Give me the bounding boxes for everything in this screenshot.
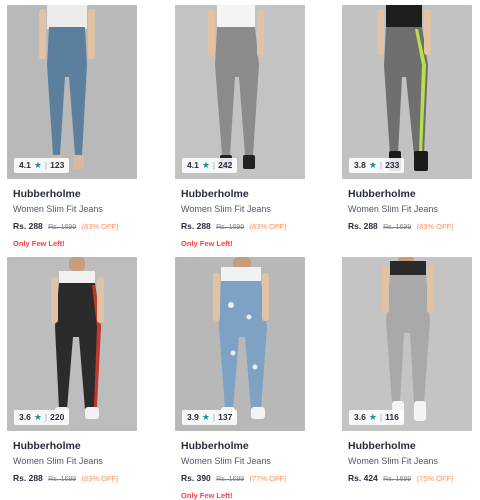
rating-value: 4.1 [187,160,199,170]
rating-separator: | [212,412,216,422]
price-row: Rs. 288 Rs. 1699 (83% OFF) [181,221,305,231]
product-brand[interactable]: Hubberholme [181,440,305,452]
price-row: Rs. 288 Rs. 1699 (83% OFF) [348,221,472,231]
product-image[interactable]: 3.8 ★ | 233 [342,5,472,179]
rating-count: 220 [50,412,65,422]
product-mrp: Rs. 1699 [216,224,245,231]
product-image[interactable]: 3.6 ★ | 116 [342,257,472,431]
product-discount: (83% OFF) [416,222,454,231]
product-mrp: Rs. 1699 [383,224,412,231]
product-discount: (83% OFF) [81,222,119,231]
rating-badge: 3.6 ★ | 116 [349,410,404,425]
product-discount: (75% OFF) [416,474,454,483]
product-brand[interactable]: Hubberholme [348,440,472,452]
rating-badge: 4.1 ★ | 123 [14,158,70,173]
product-mrp: Rs. 1699 [48,224,77,231]
model-photo [175,5,305,179]
rating-value: 3.8 [354,160,366,170]
price-row: Rs. 424 Rs. 1699 (75% OFF) [348,473,472,483]
stock-alert: Only Few Left! [13,239,65,248]
product-mrp: Rs. 1699 [216,476,245,483]
stock-alert: Only Few Left! [181,491,233,500]
rating-separator: | [44,160,48,170]
product-discount: (77% OFF) [249,474,287,483]
product-price: Rs. 424 [348,473,378,483]
product-brand[interactable]: Hubberholme [13,188,137,200]
rating-count: 242 [218,160,233,170]
product-title[interactable]: Women Slim Fit Jeans [348,204,472,214]
rating-badge: 4.1 ★ | 242 [182,158,238,173]
rating-separator: | [212,160,216,170]
product-card[interactable]: 3.6 ★ | 116 Hubberholme Women Slim Fit J… [342,257,472,491]
rating-count: 233 [385,160,400,170]
rating-value: 3.9 [187,412,199,422]
model-photo [342,5,472,179]
product-card[interactable]: 3.8 ★ | 233 Hubberholme Women Slim Fit J… [342,5,472,239]
rating-separator: | [379,412,383,422]
price-row: Rs. 390 Rs. 1699 (77% OFF) [181,473,305,483]
rating-badge: 3.6 ★ | 220 [14,410,70,425]
rating-value: 3.6 [19,412,31,422]
product-title[interactable]: Women Slim Fit Jeans [13,456,137,466]
star-icon: ★ [201,412,210,422]
product-card[interactable]: 3.6 ★ | 220 Hubberholme Women Slim Fit J… [7,257,137,491]
model-photo [7,5,137,179]
product-title[interactable]: Women Slim Fit Jeans [181,456,305,466]
product-title[interactable]: Women Slim Fit Jeans [348,456,472,466]
product-price: Rs. 288 [181,221,211,231]
model-photo [342,257,472,431]
product-image[interactable]: 4.1 ★ | 242 [175,5,305,179]
model-photo [7,257,137,431]
rating-count: 137 [218,412,233,422]
product-image[interactable]: 4.1 ★ | 123 [7,5,137,179]
star-icon: ★ [368,412,377,422]
product-brand[interactable]: Hubberholme [13,440,137,452]
star-icon: ★ [368,160,377,170]
star-icon: ★ [201,160,210,170]
product-grid: 4.1 ★ | 123 Hubberholme Women Slim Fit J… [0,0,480,500]
product-title[interactable]: Women Slim Fit Jeans [181,204,305,214]
product-title[interactable]: Women Slim Fit Jeans [13,204,137,214]
product-brand[interactable]: Hubberholme [181,188,305,200]
product-price: Rs. 288 [348,221,378,231]
product-price: Rs. 288 [13,221,43,231]
product-discount: (83% OFF) [249,222,287,231]
rating-value: 4.1 [19,160,31,170]
product-card[interactable]: 3.9 ★ | 137 Hubberholme Women Slim Fit J… [175,257,305,500]
rating-count: 123 [50,160,65,170]
price-row: Rs. 288 Rs. 1699 (83% OFF) [13,473,137,483]
stock-alert: Only Few Left! [181,239,233,248]
price-row: Rs. 288 Rs. 1699 (83% OFF) [13,221,137,231]
product-mrp: Rs. 1699 [383,476,412,483]
rating-badge: 3.8 ★ | 233 [349,158,405,173]
product-mrp: Rs. 1699 [48,476,77,483]
star-icon: ★ [33,412,42,422]
rating-separator: | [44,412,48,422]
star-icon: ★ [33,160,42,170]
product-price: Rs. 390 [181,473,211,483]
product-discount: (83% OFF) [81,474,119,483]
product-image[interactable]: 3.6 ★ | 220 [7,257,137,431]
model-photo [175,257,305,431]
rating-value: 3.6 [354,412,366,422]
product-brand[interactable]: Hubberholme [348,188,472,200]
product-price: Rs. 288 [13,473,43,483]
rating-badge: 3.9 ★ | 137 [182,410,238,425]
rating-separator: | [379,160,383,170]
rating-count: 116 [385,412,399,422]
product-card[interactable]: 4.1 ★ | 242 Hubberholme Women Slim Fit J… [175,5,305,248]
product-image[interactable]: 3.9 ★ | 137 [175,257,305,431]
product-card[interactable]: 4.1 ★ | 123 Hubberholme Women Slim Fit J… [7,5,137,248]
